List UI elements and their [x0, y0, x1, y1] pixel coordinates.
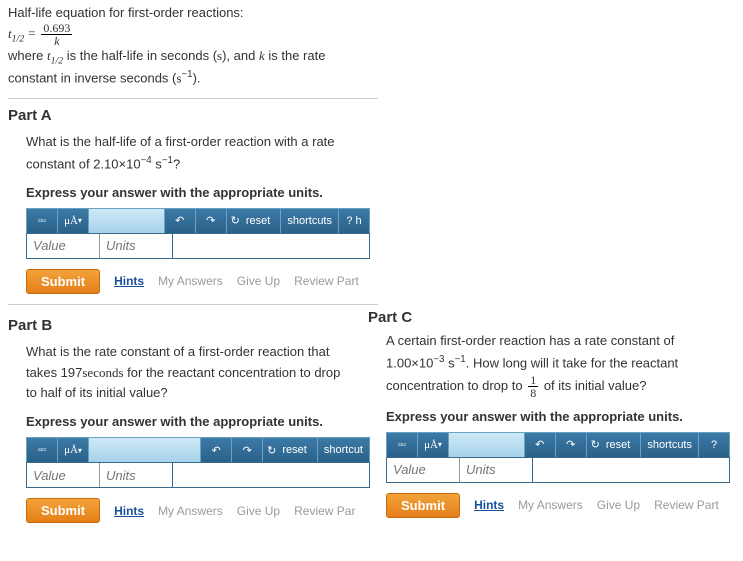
- part-c-title: Part C: [368, 309, 412, 326]
- part-a-instructions: Express your answer with the appropriate…: [26, 185, 743, 200]
- review-part-link[interactable]: Review Part: [654, 498, 719, 512]
- actions-c: Submit Hints My Answers Give Up Review P…: [386, 493, 730, 518]
- divider: [8, 304, 378, 305]
- toolbar-a: ▫▫ μÅ▾ ↶ ↷ ↻reset shortcuts ? h: [26, 208, 370, 233]
- give-up-link[interactable]: Give Up: [597, 498, 640, 512]
- symbols-button[interactable]: μÅ▾: [58, 209, 89, 233]
- value-input[interactable]: [387, 458, 460, 482]
- divider: [8, 98, 378, 99]
- answer-inputs-a: [26, 233, 370, 259]
- part-a-question: What is the half-life of a first-order r…: [26, 132, 366, 175]
- value-input[interactable]: [27, 463, 100, 487]
- refresh-button[interactable]: ↻reset: [226, 209, 281, 233]
- my-answers-link[interactable]: My Answers: [158, 504, 223, 518]
- answer-box-a: ▫▫ μÅ▾ ↶ ↷ ↻reset shortcuts ? h: [26, 208, 370, 259]
- templates-button[interactable]: ▫▫: [27, 438, 58, 462]
- help-button[interactable]: ? h: [338, 209, 369, 233]
- intro-text: Half-life equation for first-order react…: [8, 4, 743, 88]
- answer-inputs-c: [386, 457, 730, 483]
- templates-button[interactable]: ▫▫: [27, 209, 58, 233]
- intro-line4: constant in inverse seconds (s−1).: [8, 68, 743, 88]
- answer-inputs-b: [26, 462, 370, 488]
- intro-line1: Half-life equation for first-order react…: [8, 4, 743, 22]
- submit-button[interactable]: Submit: [386, 493, 460, 518]
- undo-button[interactable]: ↶: [164, 209, 195, 233]
- part-b-title: Part B: [8, 317, 378, 334]
- units-input[interactable]: [460, 458, 533, 482]
- hints-link[interactable]: Hints: [114, 504, 144, 518]
- redo-button[interactable]: ↷: [231, 438, 262, 462]
- give-up-link[interactable]: Give Up: [237, 274, 280, 288]
- shortcuts-button[interactable]: shortcuts: [640, 433, 698, 457]
- give-up-link[interactable]: Give Up: [237, 504, 280, 518]
- intro-line3: where t1/2 is the half-life in seconds (…: [8, 47, 743, 68]
- undo-button[interactable]: ↶: [524, 433, 555, 457]
- units-input[interactable]: [100, 234, 173, 258]
- my-answers-link[interactable]: My Answers: [518, 498, 583, 512]
- actions-b: Submit Hints My Answers Give Up Review P…: [26, 498, 378, 523]
- redo-button[interactable]: ↷: [555, 433, 586, 457]
- part-a: Part A What is the half-life of a first-…: [8, 107, 743, 294]
- redo-button[interactable]: ↷: [195, 209, 226, 233]
- shortcuts-button[interactable]: shortcuts: [280, 209, 338, 233]
- units-input[interactable]: [100, 463, 173, 487]
- part-c: Part C A certain first-order reaction ha…: [378, 313, 730, 518]
- part-b: Part B What is the rate constant of a fi…: [8, 313, 378, 523]
- symbols-button[interactable]: μÅ▾: [418, 433, 449, 457]
- refresh-button[interactable]: ↻reset: [262, 438, 317, 462]
- symbols-button[interactable]: μÅ▾: [58, 438, 89, 462]
- part-c-question: A certain first-order reaction has a rat…: [386, 331, 726, 399]
- review-part-link[interactable]: Review Part: [294, 274, 359, 288]
- help-button[interactable]: ?: [698, 433, 729, 457]
- answer-box-b: ▫▫ μÅ▾ ↶ ↷ ↻reset shortcut: [26, 437, 370, 488]
- shortcuts-button[interactable]: shortcut: [317, 438, 369, 462]
- my-answers-link[interactable]: My Answers: [158, 274, 223, 288]
- review-part-link[interactable]: Review Par: [294, 504, 355, 518]
- hints-link[interactable]: Hints: [474, 498, 504, 512]
- part-b-instructions: Express your answer with the appropriate…: [26, 414, 378, 429]
- undo-button[interactable]: ↶: [200, 438, 231, 462]
- templates-button[interactable]: ▫▫: [387, 433, 418, 457]
- refresh-button[interactable]: ↻reset: [586, 433, 641, 457]
- part-c-instructions: Express your answer with the appropriate…: [386, 409, 730, 424]
- submit-button[interactable]: Submit: [26, 498, 100, 523]
- submit-button[interactable]: Submit: [26, 269, 100, 294]
- toolbar-b: ▫▫ μÅ▾ ↶ ↷ ↻reset shortcut: [26, 437, 370, 462]
- answer-box-c: ▫▫ μÅ▾ ↶ ↷ ↻reset shortcuts ?: [386, 432, 730, 483]
- actions-a: Submit Hints My Answers Give Up Review P…: [26, 269, 743, 294]
- half-life-equation: t1/2 = 0.693 k: [8, 22, 743, 47]
- value-input[interactable]: [27, 234, 100, 258]
- part-b-question: What is the rate constant of a first-ord…: [26, 342, 366, 404]
- hints-link[interactable]: Hints: [114, 274, 144, 288]
- part-a-title: Part A: [8, 107, 743, 124]
- toolbar-c: ▫▫ μÅ▾ ↶ ↷ ↻reset shortcuts ?: [386, 432, 730, 457]
